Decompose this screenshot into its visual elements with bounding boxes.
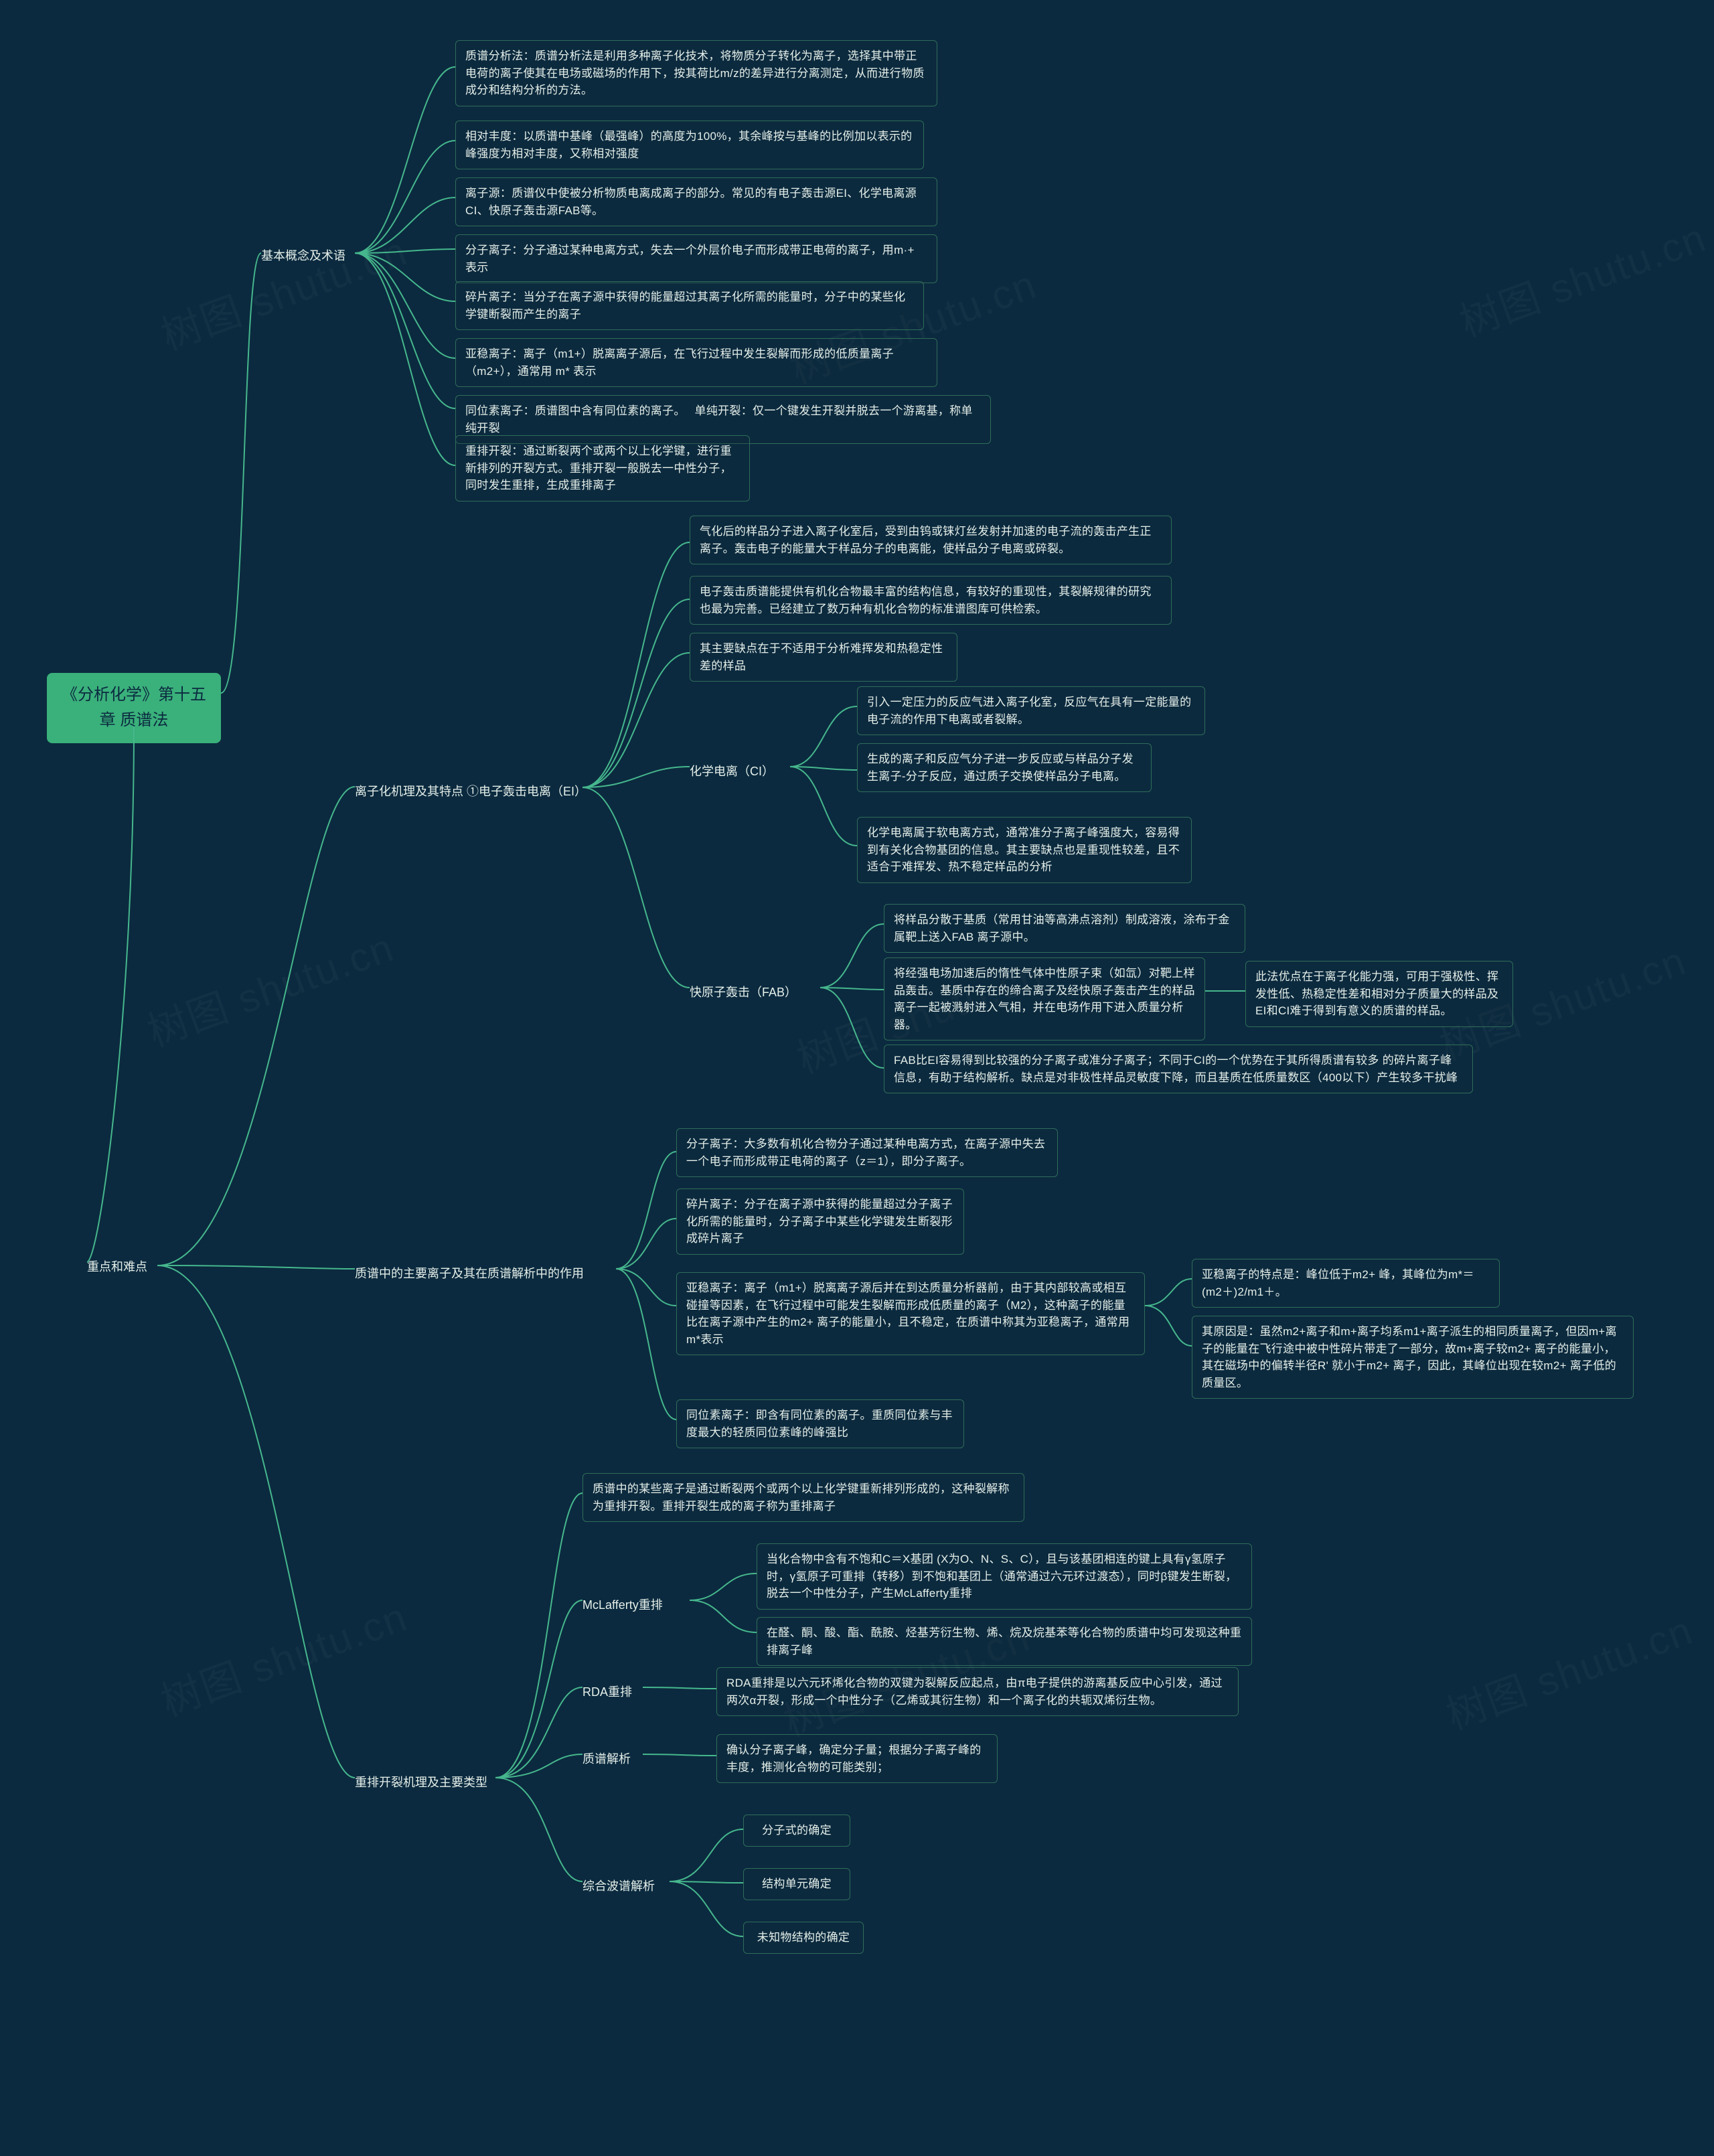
branch-key-difficult[interactable]: 重点和难点 [87, 1252, 147, 1280]
branch-rda[interactable]: RDA重排 [582, 1677, 632, 1705]
watermark: 树图 shutu.cn [139, 915, 401, 1059]
watermark: 树图 shutu.cn [1437, 1598, 1700, 1742]
branch-fab[interactable]: 快原子轰击（FAB） [690, 978, 797, 1006]
basic-n3[interactable]: 离子源：质谱仪中使被分析物质电离成离子的部分。常见的有电子轰击源EI、化学电离源… [455, 177, 937, 226]
zh1[interactable]: 分子式的确定 [743, 1815, 850, 1847]
branch-rearr[interactable]: 重排开裂机理及主要类型 [355, 1768, 487, 1796]
mi-3[interactable]: 亚稳离子：离子（m1+）脱离离子源后并在到达质量分析器前，由于其内部较高或相互碰… [676, 1272, 1145, 1355]
mi-3a[interactable]: 亚稳离子的特点是：峰位低于m2+ 峰，其峰位为m*＝(m2＋)2/m1＋。 [1192, 1259, 1500, 1308]
mi-1[interactable]: 分子离子：大多数有机化合物分子通过某种电离方式，在离子源中失去一个电子而形成带正… [676, 1128, 1058, 1177]
mi-2[interactable]: 碎片离子：分子在离子源中获得的能量超过分子离子化所需的能量时，分子离子中某些化学… [676, 1188, 964, 1255]
parse1[interactable]: 确认分子离子峰，确定分子量；根据分子离子峰的丰度，推测化合物的可能类别； [716, 1734, 998, 1783]
chem-c3[interactable]: 化学电离属于软电离方式，通常准分子离子峰强度大，容易得到有关化合物基团的信息。其… [857, 817, 1192, 883]
basic-n6[interactable]: 亚稳离子：离子（m1+）脱离离子源后，在飞行过程中发生裂解而形成的低质量离子（m… [455, 338, 937, 387]
zh2[interactable]: 结构单元确定 [743, 1868, 850, 1900]
basic-n5[interactable]: 碎片离子：当分子在离子源中获得的能量超过其离子化所需的能量时，分子中的某些化学键… [455, 281, 924, 330]
basic-n8[interactable]: 重排开裂：通过断裂两个或两个以上化学键，进行重新排列的开裂方式。重排开裂一般脱去… [455, 435, 750, 502]
mcl1[interactable]: 当化合物中含有不饱和C＝X基团 (X为O、N、S、C），且与该基团相连的键上具有… [757, 1543, 1252, 1610]
watermark: 树图 shutu.cn [1451, 206, 1713, 349]
mi-3b[interactable]: 其原因是：虽然m2+离子和m+离子均系m1+离子派生的相同质量离子，但因m+离子… [1192, 1316, 1634, 1399]
fab-f2a[interactable]: 此法优点在于离子化能力强，可用于强极性、挥发性低、热稳定性差和相对分子质量大的样… [1245, 961, 1513, 1027]
ioniz-i3[interactable]: 其主要缺点在于不适用于分析难挥发和热稳定性差的样品 [690, 633, 957, 682]
ioniz-i2[interactable]: 电子轰击质谱能提供有机化合物最丰富的结构信息，有较好的重现性，其裂解规律的研究也… [690, 576, 1172, 625]
branch-ionization[interactable]: 离子化机理及其特点 ①电子轰击电离（EI） [355, 777, 587, 805]
fab-f3[interactable]: FAB比EI容易得到比较强的分子离子或准分子离子；不同于CI的一个优势在于其所得… [884, 1045, 1473, 1093]
basic-n4[interactable]: 分子离子：分子通过某种电离方式，失去一个外层价电子而形成带正电荷的离子，用m·+… [455, 234, 937, 283]
branch-chem-ioniz[interactable]: 化学电离（CI） [690, 757, 774, 785]
fab-f1[interactable]: 将样品分散于基质（常用甘油等高沸点溶剂）制成溶液，涂布于金属靶上送入FAB 离子… [884, 904, 1245, 953]
rda1[interactable]: RDA重排是以六元环烯化合物的双键为裂解反应起点，由π电子提供的游离基反应中心引… [716, 1667, 1239, 1716]
watermark: 树图 shutu.cn [152, 219, 414, 362]
basic-n1[interactable]: 质谱分析法：质谱分析法是利用多种离子化技术，将物质分子转化为离子，选择其中带正电… [455, 40, 937, 106]
root-node[interactable]: 《分析化学》第十五章 质谱法 [47, 673, 221, 743]
fab-f2[interactable]: 将经强电场加速后的惰性气体中性原子束（如氙）对靶上样品轰击。基质中存在的缔合离子… [884, 957, 1205, 1041]
mi-4[interactable]: 同位素离子：即含有同位素的离子。重质同位素与丰度最大的轻质同位素峰的峰强比 [676, 1399, 964, 1448]
basic-n2[interactable]: 相对丰度：以质谱中基峰（最强峰）的高度为100%，其余峰按与基峰的比例加以表示的… [455, 121, 924, 169]
watermark: 树图 shutu.cn [152, 1585, 414, 1728]
branch-spectra-parse[interactable]: 质谱解析 [582, 1744, 631, 1772]
rearr-r1[interactable]: 质谱中的某些离子是通过断裂两个或两个以上化学键重新排列形成的，这种裂解称为重排开… [582, 1473, 1024, 1522]
branch-mcl[interactable]: McLafferty重排 [582, 1590, 663, 1618]
canvas: 树图 shutu.cn 树图 shutu.cn 树图 shutu.cn 树图 s… [0, 0, 1714, 2156]
ioniz-i1[interactable]: 气化后的样品分子进入离子化室后，受到由钨或铼灯丝发射并加速的电子流的轰击产生正离… [690, 516, 1172, 564]
zh3[interactable]: 未知物结构的确定 [743, 1922, 864, 1954]
mcl2[interactable]: 在醛、酮、酸、酯、酰胺、烃基芳衍生物、烯、烷及烷基苯等化合物的质谱中均可发现这种… [757, 1617, 1252, 1666]
chem-c2[interactable]: 生成的离子和反应气分子进一步反应或与样品分子发生离子-分子反应，通过质子交换使样… [857, 743, 1152, 792]
branch-zh[interactable]: 综合波谱解析 [582, 1871, 655, 1900]
branch-mainions[interactable]: 质谱中的主要离子及其在质谱解析中的作用 [355, 1259, 584, 1287]
chem-c1[interactable]: 引入一定压力的反应气进入离子化室，反应气在具有一定能量的电子流的作用下电离或者裂… [857, 686, 1205, 735]
branch-basic[interactable]: 基本概念及术语 [261, 241, 345, 269]
